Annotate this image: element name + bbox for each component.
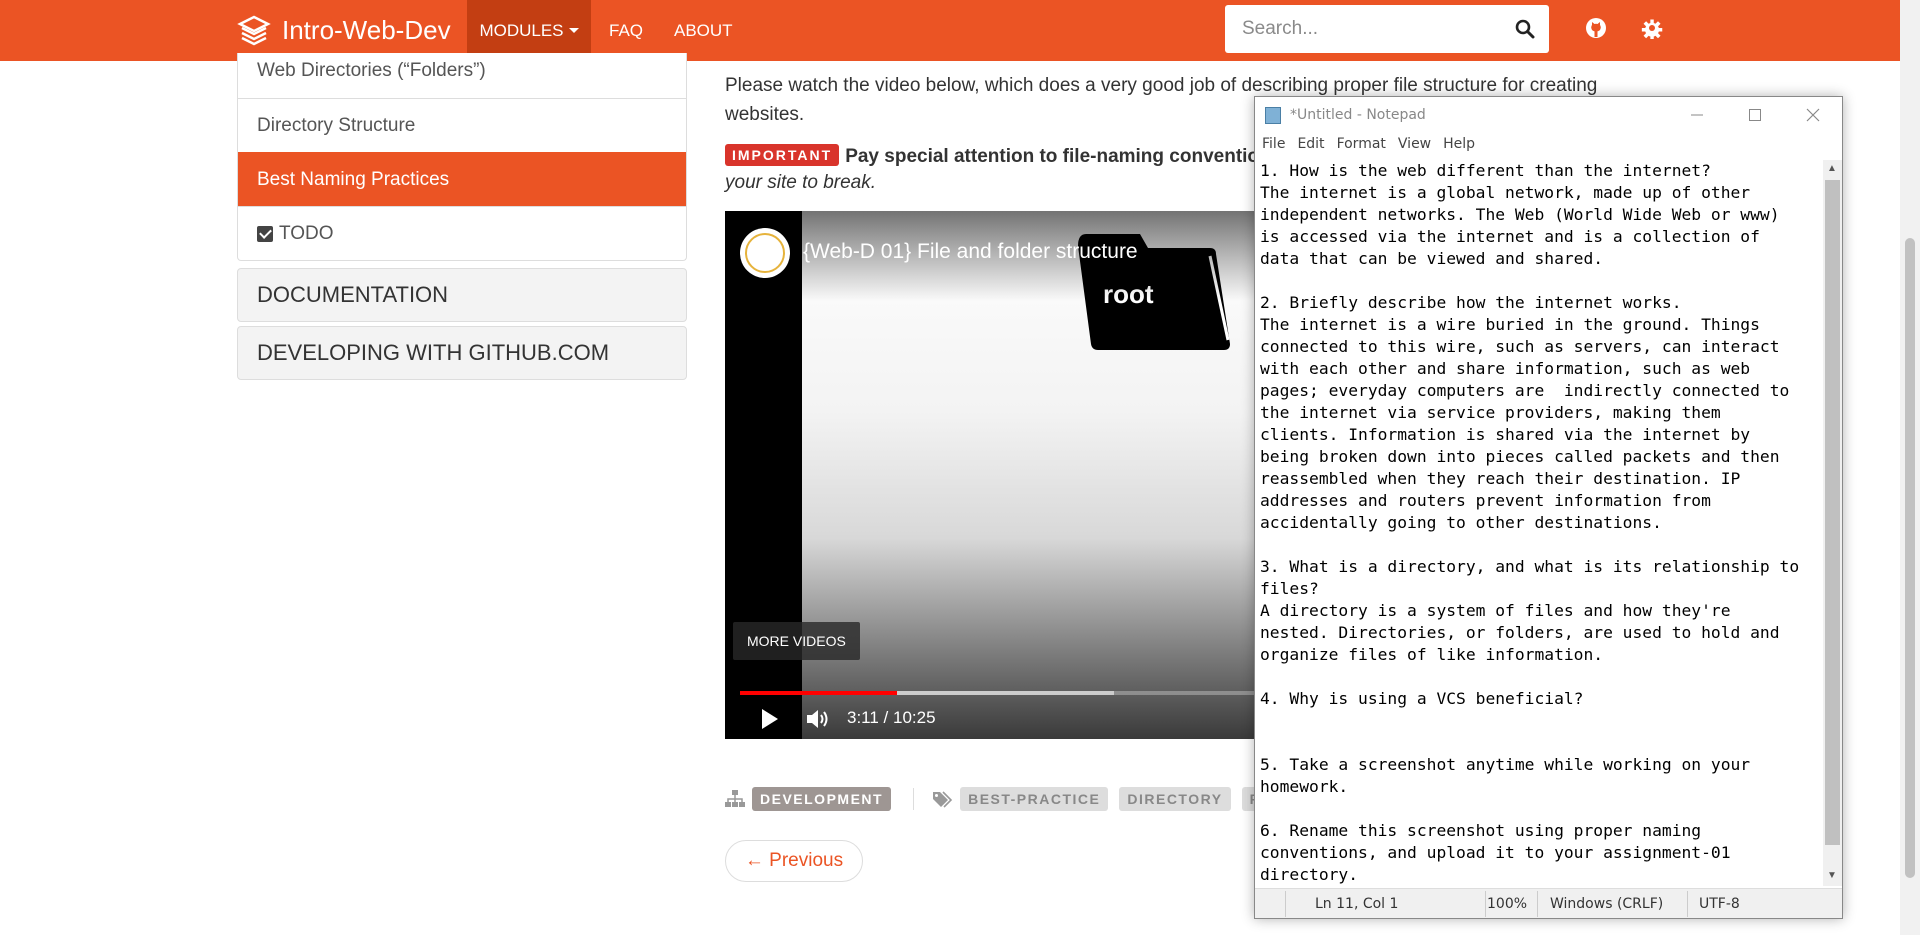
settings-icon[interactable] bbox=[1641, 17, 1663, 39]
notepad-app-icon bbox=[1265, 107, 1281, 124]
important-callout: IMPORTANT Pay special attention to file-n… bbox=[725, 144, 1259, 168]
sidebar-module-list: Web Directories (“Folders”) Directory St… bbox=[237, 53, 687, 261]
notepad-menubar: File Edit Format View Help bbox=[1255, 133, 1842, 155]
status-cursor-position: Ln 11, Col 1 bbox=[1315, 896, 1399, 912]
modules-label: MODULES bbox=[479, 20, 564, 40]
close-button[interactable] bbox=[1784, 97, 1842, 133]
sidebar-item-todo[interactable]: TODO bbox=[238, 206, 686, 260]
search-icon[interactable] bbox=[1515, 19, 1535, 39]
menu-edit[interactable]: Edit bbox=[1297, 136, 1324, 152]
search-input[interactable] bbox=[1240, 5, 1500, 53]
notepad-statusbar: Ln 11, Col 1 100% Windows (CRLF) UTF-8 bbox=[1255, 888, 1842, 918]
notepad-title: *Untitled - Notepad bbox=[1290, 107, 1426, 123]
video-progress-bar[interactable] bbox=[740, 691, 1255, 695]
panel-developing-with-github[interactable]: DEVELOPING WITH GITHUB.COM bbox=[237, 326, 687, 380]
github-icon[interactable] bbox=[1585, 17, 1607, 39]
top-navbar: Intro-Web-Dev MODULES FAQ ABOUT bbox=[0, 0, 1900, 61]
checkbox-icon bbox=[257, 225, 273, 242]
layers-logo-icon bbox=[237, 15, 271, 45]
minimize-button[interactable] bbox=[1668, 97, 1726, 133]
video-played-fill bbox=[740, 691, 898, 695]
tags-row: DEVELOPMENT BEST-PRACTICE DIRECTORY FIL bbox=[725, 786, 1294, 812]
panel-documentation[interactable]: DOCUMENTATION bbox=[237, 268, 687, 322]
tags-icon bbox=[933, 791, 953, 808]
video-time: 3:11 / 10:25 bbox=[847, 708, 936, 727]
brand-link[interactable]: Intro-Web-Dev bbox=[236, 0, 451, 61]
important-text: Pay special attention to file-naming con… bbox=[845, 146, 1260, 167]
maximize-icon bbox=[1749, 109, 1761, 121]
sidebar-item-label: Directory Structure bbox=[257, 114, 416, 136]
search-box bbox=[1225, 5, 1549, 53]
notepad-titlebar[interactable]: *Untitled - Notepad bbox=[1255, 97, 1842, 133]
more-videos-button[interactable]: MORE VIDEOS bbox=[733, 622, 860, 660]
brand-title: Intro-Web-Dev bbox=[282, 15, 451, 45]
status-separator bbox=[1537, 891, 1538, 917]
category-tag[interactable]: DEVELOPMENT bbox=[752, 787, 892, 811]
important-continued-text: your site to break. bbox=[725, 172, 877, 193]
notepad-scroll-thumb[interactable] bbox=[1825, 180, 1840, 845]
status-separator bbox=[1687, 891, 1688, 917]
caret-down-icon bbox=[568, 28, 579, 33]
menu-view[interactable]: View bbox=[1398, 136, 1431, 152]
previous-button[interactable]: ← Previous bbox=[725, 840, 863, 882]
status-separator bbox=[1285, 891, 1286, 917]
notepad-vertical-scrollbar[interactable]: ▲ ▼ bbox=[1823, 160, 1842, 886]
status-encoding: UTF-8 bbox=[1699, 896, 1740, 912]
status-line-endings: Windows (CRLF) bbox=[1550, 896, 1664, 912]
about-link[interactable]: ABOUT bbox=[674, 0, 733, 61]
video-title[interactable]: {Web-D 01} File and folder structure bbox=[803, 240, 1138, 264]
notepad-window: *Untitled - Notepad File Edit Format Vie… bbox=[1254, 96, 1843, 919]
video-player[interactable]: root {Web-D 01} File and folder structur… bbox=[725, 211, 1255, 739]
sitemap-icon bbox=[725, 790, 745, 807]
important-badge: IMPORTANT bbox=[725, 144, 840, 166]
volume-icon[interactable] bbox=[805, 707, 831, 731]
play-icon[interactable] bbox=[761, 708, 779, 730]
tag-best-practice[interactable]: BEST-PRACTICE bbox=[960, 787, 1109, 811]
tags-divider bbox=[913, 788, 915, 810]
menu-help[interactable]: Help bbox=[1443, 136, 1475, 152]
close-icon bbox=[1806, 108, 1820, 122]
channel-avatar[interactable] bbox=[740, 228, 790, 278]
sidebar-item-label: Best Naming Practices bbox=[257, 168, 450, 190]
modules-dropdown[interactable]: MODULES bbox=[467, 0, 591, 61]
tag-directory[interactable]: DIRECTORY bbox=[1119, 787, 1231, 811]
sidebar-item-best-naming-practices[interactable]: Best Naming Practices bbox=[238, 152, 686, 206]
faq-link[interactable]: FAQ bbox=[609, 0, 643, 61]
menu-file[interactable]: File bbox=[1262, 136, 1285, 152]
minimize-icon bbox=[1691, 114, 1703, 116]
sidebar-item-label: TODO bbox=[279, 222, 334, 244]
sidebar-item-label: Web Directories (“Folders”) bbox=[257, 60, 486, 81]
status-zoom: 100% bbox=[1487, 896, 1528, 912]
status-separator bbox=[1485, 891, 1486, 917]
notepad-text-area[interactable]: 1. How is the web different than the int… bbox=[1260, 160, 1818, 884]
menu-format[interactable]: Format bbox=[1337, 136, 1386, 152]
scroll-up-icon[interactable]: ▲ bbox=[1827, 163, 1837, 174]
sidebar-item-web-directories[interactable]: Web Directories (“Folders”) bbox=[238, 53, 686, 98]
scroll-down-icon[interactable]: ▼ bbox=[1827, 870, 1837, 881]
page-scrollbar-thumb[interactable] bbox=[1905, 238, 1915, 878]
maximize-button[interactable] bbox=[1726, 97, 1784, 133]
sidebar-item-directory-structure[interactable]: Directory Structure bbox=[238, 98, 686, 152]
